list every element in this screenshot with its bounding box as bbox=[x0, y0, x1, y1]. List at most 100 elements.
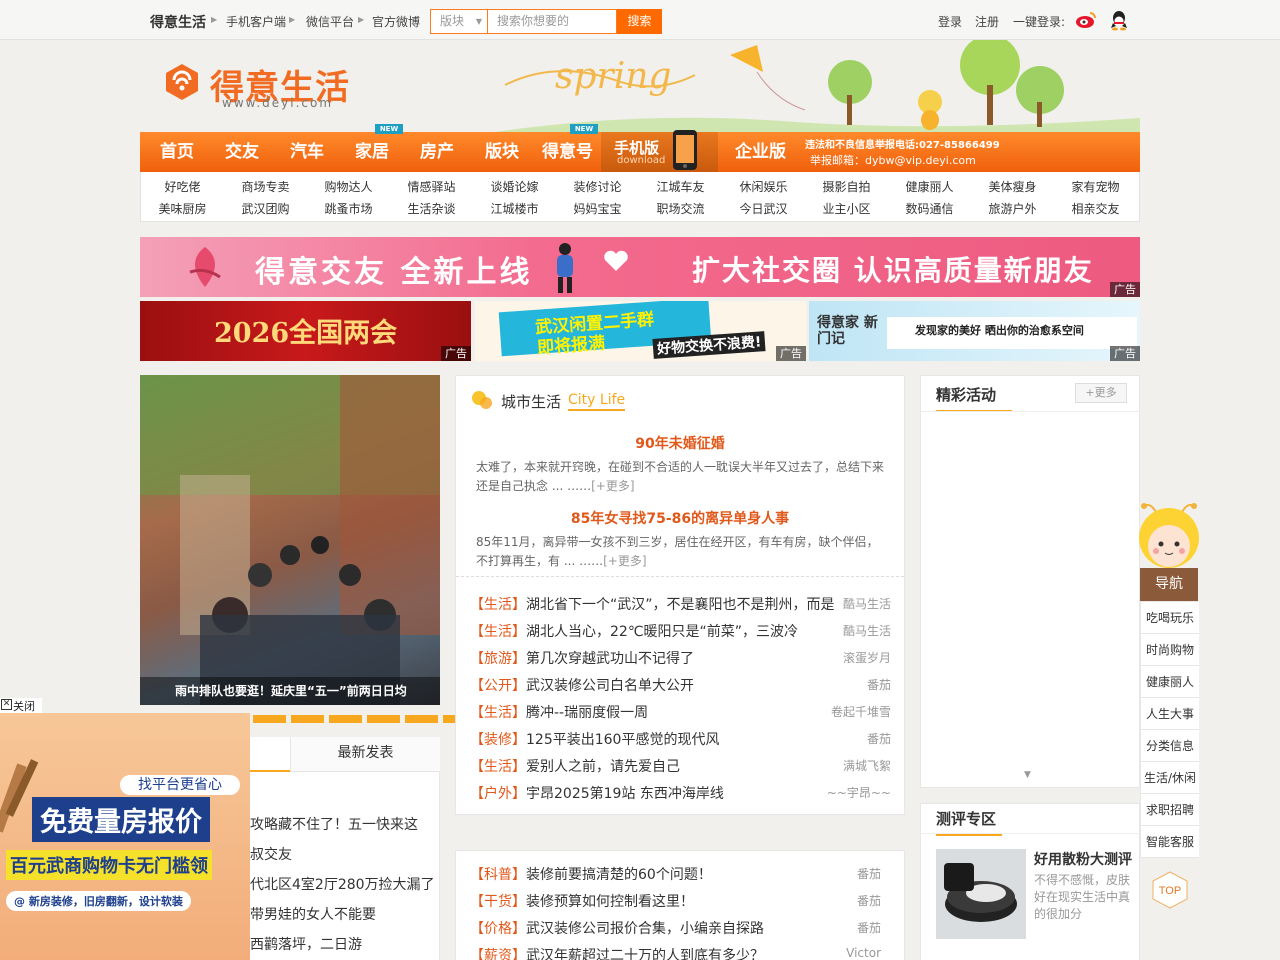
subnav-link[interactable]: 摄影自拍 bbox=[805, 178, 888, 195]
ad-label: 广告 bbox=[441, 346, 471, 361]
table-row[interactable]: 【价格】武汉装修公司报价合集，小编亲自探路 番茄 bbox=[470, 918, 895, 945]
list-item[interactable]: 攻略藏不住了！五一快来这 bbox=[250, 814, 418, 834]
ad-label: 广告 bbox=[776, 346, 806, 361]
subnav-link[interactable]: 今日武汉 bbox=[722, 200, 805, 217]
close-ad-button[interactable]: ✕ 关闭 bbox=[0, 698, 42, 713]
feature-more-link[interactable]: [+更多] bbox=[591, 479, 634, 493]
table-row[interactable]: 【薪资】武汉年薪超过二十万的人到底有多少？ Victor bbox=[470, 945, 895, 960]
feature-title[interactable]: 90年未婚征婚 bbox=[455, 433, 905, 453]
side-nav-item[interactable]: 人生大事 bbox=[1141, 698, 1199, 730]
table-row[interactable]: 【生活】爱别人之前，请先爱自己 满城飞絮 bbox=[470, 756, 895, 783]
subnav-link[interactable]: 江城车友 bbox=[639, 178, 722, 195]
feature-title[interactable]: 85年女寻找75-86的离异单身人事 bbox=[455, 508, 905, 528]
site-brand-link[interactable]: 得意生活 bbox=[150, 12, 206, 32]
weibo-link[interactable]: 官方微博 bbox=[372, 13, 420, 30]
list-item[interactable]: 西鹳落坪，二日游 bbox=[250, 934, 362, 954]
post-author: 番茄 bbox=[866, 678, 891, 692]
at-icon: @ bbox=[14, 895, 29, 908]
category-tag: 【公开】 bbox=[470, 678, 526, 694]
category-tag: 【科普】 bbox=[470, 867, 526, 883]
subnav-link[interactable]: 职场交流 bbox=[639, 200, 722, 217]
table-row[interactable]: 【干货】装修预算如何控制看这里！ 番茄 bbox=[470, 891, 895, 918]
review-item-title[interactable]: 好用散粉大测评 bbox=[1034, 849, 1132, 869]
table-row[interactable]: 【装修】125平装出160平感觉的现代风 番茄 bbox=[470, 729, 895, 756]
slide-dot[interactable] bbox=[405, 715, 438, 723]
feature-more-link[interactable]: [+更多] bbox=[603, 554, 646, 568]
list-item[interactable]: 代北区4室2厅280万捡大漏了 bbox=[250, 874, 435, 894]
home-diary-banner-ad[interactable]: 得意家 新门记 发现家的美好 晒出你的治愈系空间 广告 bbox=[809, 301, 1140, 361]
back-to-top-button[interactable]: TOP bbox=[1151, 870, 1189, 910]
floating-decor-ad[interactable]: 找平台更省心 免费量房报价 百元武商购物卡无门槛领 @ 新房装修，旧房翻新，设计… bbox=[0, 713, 250, 960]
subnav-link[interactable]: 生活杂谈 bbox=[390, 200, 473, 217]
featured-photo[interactable]: 雨中排队也要逛！延庆里“五一”前两日日均 bbox=[140, 375, 440, 705]
subnav-link[interactable]: 美体瘦身 bbox=[971, 178, 1054, 195]
table-row[interactable]: 【生活】腾冲--瑞丽度假一周 卷起千堆雪 bbox=[470, 702, 895, 729]
nav-dating[interactable]: 交友 bbox=[225, 132, 259, 172]
nav-home[interactable]: 首页 bbox=[160, 132, 194, 172]
subnav-link[interactable]: 健康丽人 bbox=[888, 178, 971, 195]
subnav-link[interactable]: 旅游户外 bbox=[971, 200, 1054, 217]
two-sessions-banner-ad[interactable]: 2026全国两会 广告 bbox=[140, 301, 471, 361]
secondhand-banner-ad[interactable]: 武汉闲置二手群 即将报满 好物交换不浪费! 广告 bbox=[475, 301, 806, 361]
list-item[interactable]: 带男娃的女人不能要 bbox=[250, 904, 376, 924]
side-nav-item[interactable]: 求职招聘 bbox=[1141, 794, 1199, 826]
dating-banner-ad[interactable]: 得意交友 全新上线 扩大社交圈 认识高质量新朋友 广告 bbox=[140, 237, 1140, 297]
slide-dot[interactable] bbox=[329, 715, 362, 723]
slide-dot[interactable] bbox=[367, 715, 400, 723]
subnav-link[interactable]: 装修讨论 bbox=[556, 178, 639, 195]
nav-realestate[interactable]: 房产 bbox=[420, 132, 454, 172]
activities-more-button[interactable]: +更多 bbox=[1075, 383, 1127, 403]
qq-icon[interactable] bbox=[1110, 9, 1128, 31]
subnav-link[interactable]: 业主小区 bbox=[805, 200, 888, 217]
search-input[interactable]: 搜索你想要的 bbox=[487, 9, 617, 34]
subnav-link[interactable]: 商场专卖 bbox=[224, 178, 307, 195]
subnav-link[interactable]: 休闲娱乐 bbox=[722, 178, 805, 195]
side-nav-item[interactable]: 分类信息 bbox=[1141, 730, 1199, 762]
subnav-link[interactable]: 相亲交友 bbox=[1054, 200, 1137, 217]
table-row[interactable]: 【旅游】第几次穿越武功山不记得了 滚蛋岁月 bbox=[470, 648, 895, 675]
wechat-link[interactable]: 微信平台 bbox=[306, 13, 354, 30]
search-button[interactable]: 搜索 bbox=[617, 9, 662, 34]
deyi-logo-icon[interactable] bbox=[162, 62, 202, 102]
side-nav-item[interactable]: 吃喝玩乐 bbox=[1141, 602, 1199, 634]
ad-label: 广告 bbox=[1110, 346, 1140, 361]
mobile-sub-label: download bbox=[617, 155, 666, 166]
table-row[interactable]: 【科普】装修前要搞清楚的60个问题！ 番茄 bbox=[470, 864, 895, 891]
subnav-link[interactable]: 数码通信 bbox=[888, 200, 971, 217]
login-link[interactable]: 登录 bbox=[938, 13, 962, 30]
subnav-link[interactable]: 美味厨房 bbox=[141, 200, 224, 217]
chevron-down-icon[interactable]: ▼ bbox=[1024, 770, 1031, 780]
side-nav-item[interactable]: 健康丽人 bbox=[1141, 666, 1199, 698]
slide-dot[interactable] bbox=[253, 715, 286, 723]
nav-boards[interactable]: 版块 bbox=[485, 132, 519, 172]
weibo-icon[interactable] bbox=[1075, 10, 1097, 30]
side-nav-item[interactable]: 智能客服 bbox=[1141, 826, 1199, 858]
slide-dot[interactable] bbox=[291, 715, 324, 723]
subnav-link[interactable]: 武汉团购 bbox=[224, 200, 307, 217]
subnav-link[interactable]: 情感驿站 bbox=[390, 178, 473, 195]
subnav-link[interactable]: 妈妈宝宝 bbox=[556, 200, 639, 217]
nav-home-decor[interactable]: 家居 bbox=[355, 132, 389, 172]
subnav-link[interactable]: 家有宠物 bbox=[1054, 178, 1137, 195]
post-title: 125平装出160平感觉的现代风 bbox=[526, 732, 720, 748]
review-product-image[interactable] bbox=[936, 849, 1026, 939]
nav-enterprise[interactable]: 企业版 bbox=[735, 132, 786, 172]
side-nav-item[interactable]: 时尚购物 bbox=[1141, 634, 1199, 666]
side-nav-item[interactable]: 生活/休闲 bbox=[1141, 762, 1199, 794]
list-item[interactable]: 叔交友 bbox=[250, 844, 292, 864]
subnav-link[interactable]: 跳蚤市场 bbox=[307, 200, 390, 217]
register-link[interactable]: 注册 bbox=[975, 13, 999, 30]
nav-auto[interactable]: 汽车 bbox=[290, 132, 324, 172]
subnav-link[interactable]: 江城楼市 bbox=[473, 200, 556, 217]
tab-latest[interactable]: 最新发表 bbox=[290, 737, 440, 772]
table-row[interactable]: 【生活】湖北人当心，22℃暖阳只是“前菜”，三波冷 酷马生活 bbox=[470, 621, 895, 648]
mobile-client-link[interactable]: 手机客户端 bbox=[226, 13, 286, 30]
subnav-link[interactable]: 购物达人 bbox=[307, 178, 390, 195]
subnav-link[interactable]: 谈婚论嫁 bbox=[473, 178, 556, 195]
table-row[interactable]: 【公开】武汉装修公司白名单大公开 番茄 bbox=[470, 675, 895, 702]
table-row[interactable]: 【户外】宇昂2025第19站 东西冲海岸线 ~~宇昂~~ bbox=[470, 783, 895, 810]
subnav-link[interactable]: 好吃佬 bbox=[141, 178, 224, 195]
search-section-select[interactable]: 版块 ▼ bbox=[430, 9, 487, 34]
table-row[interactable]: 【生活】湖北省下一个“武汉”，不是襄阳也不是荆州，而是 酷马生活 bbox=[470, 594, 895, 621]
nav-deyi-account[interactable]: 得意号 bbox=[542, 132, 593, 172]
